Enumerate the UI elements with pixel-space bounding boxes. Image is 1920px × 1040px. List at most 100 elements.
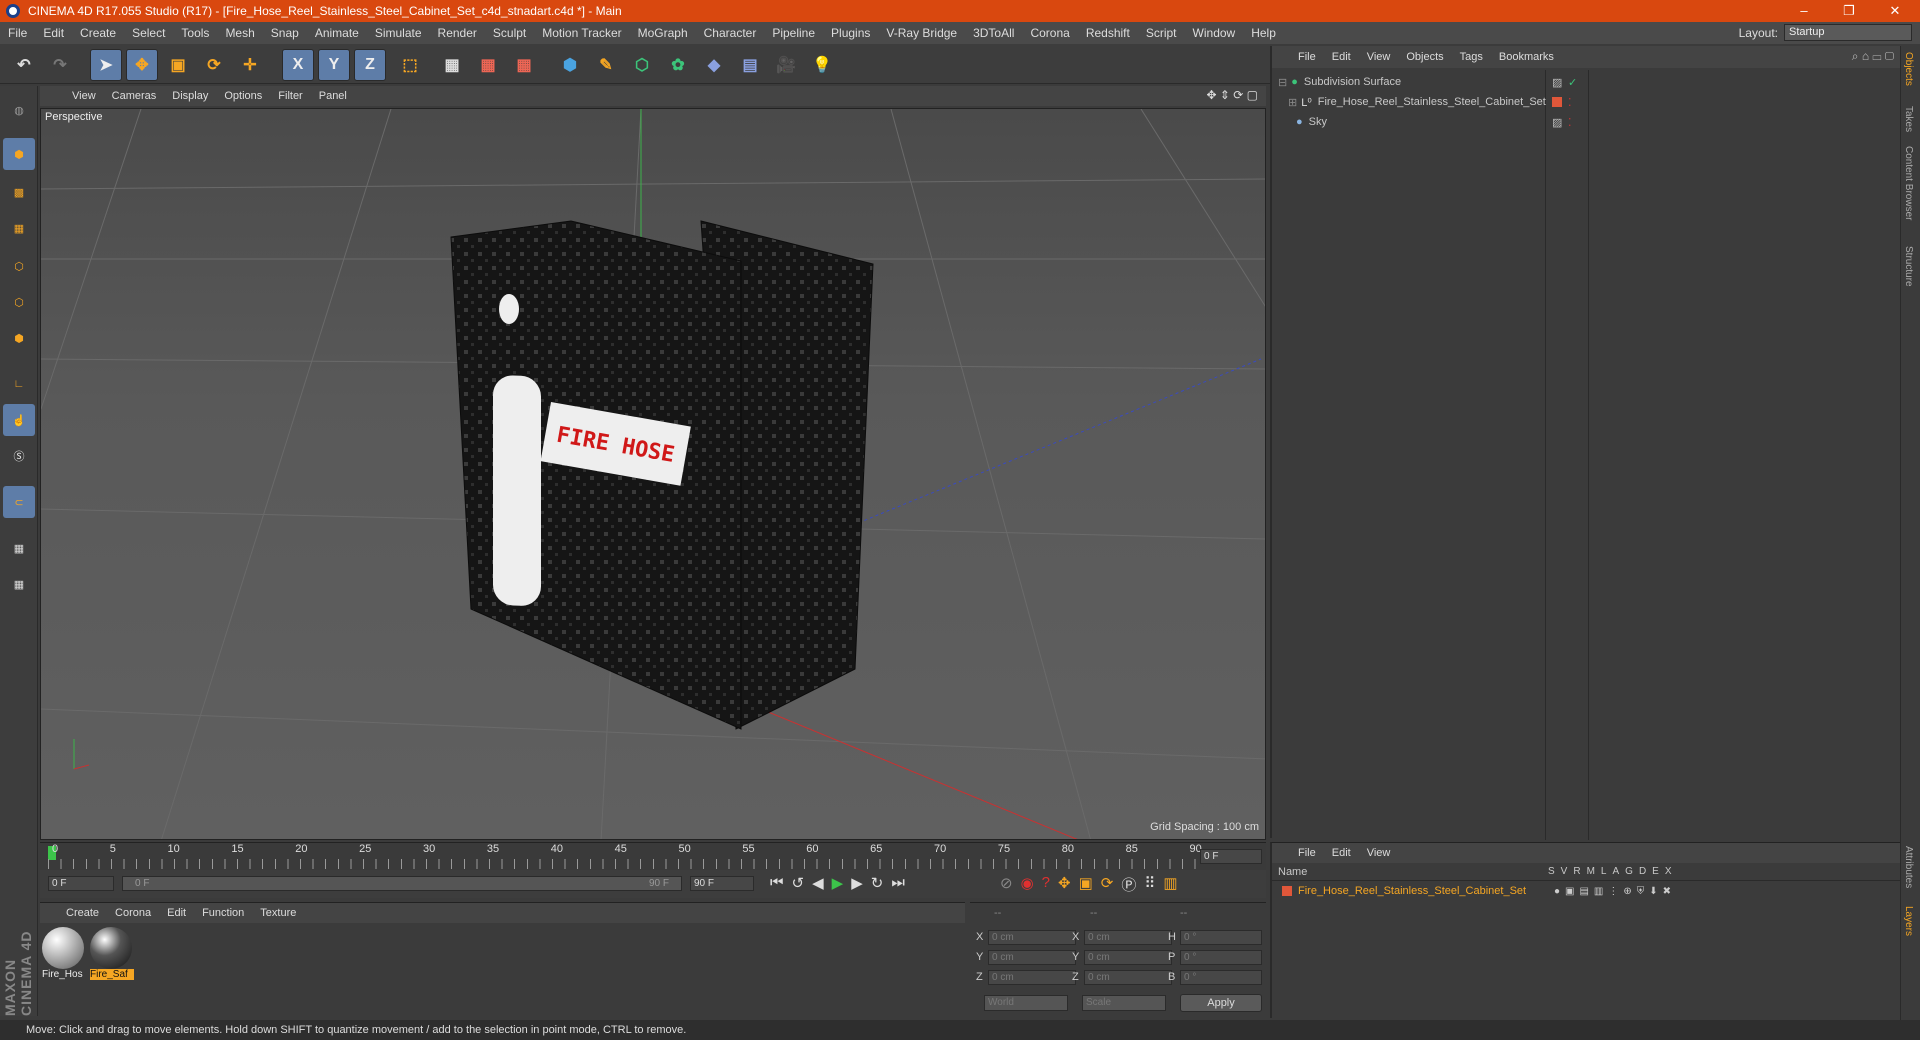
rotate-tool-icon[interactable]: ⟳ (198, 49, 230, 81)
points-mode-icon[interactable]: ⬡ (3, 250, 35, 282)
coordinate-system-icon[interactable]: ⬚ (394, 49, 426, 81)
deformer-icon[interactable]: ◆ (698, 49, 730, 81)
key-rotation-icon[interactable]: ⟳ (1101, 874, 1114, 895)
object-row[interactable]: ⊟ ● Subdivision Surface ▨ ✓ (1272, 72, 1902, 92)
menu-3dtoall[interactable]: 3DToAll (965, 26, 1022, 40)
object-row[interactable]: ● Sky ▨ ⁚ (1272, 112, 1902, 132)
move-tool-icon[interactable]: ✥ (126, 49, 158, 81)
undo-icon[interactable]: ↶ (8, 49, 40, 81)
position-y-field[interactable]: 0 cm (988, 950, 1076, 965)
autokey-icon[interactable]: ? (1042, 874, 1050, 895)
position-z-field[interactable]: 0 cm (988, 970, 1076, 985)
workplane-icon[interactable]: ▦ (3, 212, 35, 244)
next-key-icon[interactable]: ↻ (871, 874, 884, 892)
menu-create[interactable]: Create (72, 26, 124, 40)
start-frame-field[interactable]: 0 F (48, 876, 114, 891)
size-mode-dropdown[interactable]: Scale (1082, 995, 1166, 1011)
render-settings-icon[interactable]: ▦ (508, 49, 540, 81)
layer-menu-file[interactable]: File (1290, 847, 1324, 859)
menu-edit[interactable]: Edit (35, 26, 72, 40)
tab-layers[interactable]: Layers (1903, 906, 1914, 936)
transform-tool-icon[interactable]: ✛ (234, 49, 266, 81)
layer-color-swatch[interactable] (1552, 97, 1562, 107)
scale-tool-icon[interactable]: ▣ (162, 49, 194, 81)
motion-record-icon[interactable]: ⊘ (1000, 874, 1013, 895)
layer-menu-view[interactable]: View (1359, 847, 1399, 859)
menu-motion-tracker[interactable]: Motion Tracker (534, 26, 629, 40)
render-picture-viewer-icon[interactable]: ▦ (472, 49, 504, 81)
objects-menu-bookmarks[interactable]: Bookmarks (1491, 51, 1562, 63)
size-x-field[interactable]: 0 cm (1084, 930, 1172, 945)
visibility-icon[interactable]: ▨ (1552, 116, 1562, 129)
visibility-dots-icon[interactable]: ⁚ (1568, 116, 1572, 129)
rotation-h-field[interactable]: 0 ° (1180, 930, 1262, 945)
key-parameter-icon[interactable]: Ⓟ (1121, 874, 1136, 895)
subdivision-surface-icon[interactable]: ⬡ (626, 49, 658, 81)
axis-y-button[interactable]: Y (318, 49, 350, 81)
restore-button[interactable]: ❐ (1827, 0, 1871, 22)
viewport-menu-display[interactable]: Display (164, 90, 216, 102)
lock-workplane-icon[interactable]: ▦ (3, 532, 35, 564)
apply-button[interactable]: Apply (1180, 994, 1262, 1012)
key-position-icon[interactable]: ✥ (1058, 874, 1071, 895)
next-frame-icon[interactable]: ▶ (851, 874, 863, 892)
perspective-viewport[interactable]: FIRE HOSE Perspective Grid Spacing : 100… (40, 108, 1266, 840)
tab-attributes[interactable]: Attributes (1903, 846, 1914, 888)
material-menu-function[interactable]: Function (194, 907, 252, 919)
go-to-end-icon[interactable]: ⏭ (891, 874, 905, 892)
menu-pipeline[interactable]: Pipeline (764, 26, 823, 40)
objects-header-icons[interactable]: ⌕ ⌂ ▭ ▢ (1852, 49, 1894, 64)
light-icon[interactable]: 💡 (806, 49, 838, 81)
tab-content-browser[interactable]: Content Browser (1903, 146, 1914, 220)
cube-object-icon[interactable]: ⬢ (554, 49, 586, 81)
viewport-menu-options[interactable]: Options (216, 90, 270, 102)
size-z-field[interactable]: 0 cm (1084, 970, 1172, 985)
timeline-window-icon[interactable]: ▥ (1163, 874, 1177, 895)
viewport-menu-panel[interactable]: Panel (311, 90, 355, 102)
snap-icon[interactable]: Ⓢ (3, 440, 35, 472)
minimize-button[interactable]: – (1782, 0, 1826, 22)
record-keys-icon[interactable]: ◉ (1021, 874, 1034, 895)
camera-label[interactable]: Perspective (45, 111, 102, 123)
layer-menu-edit[interactable]: Edit (1324, 847, 1359, 859)
visibility-dots-icon[interactable]: ⁚ (1568, 96, 1572, 109)
close-button[interactable]: ✕ (1873, 0, 1917, 22)
render-view-icon[interactable]: ▦ (436, 49, 468, 81)
objects-menu-objects[interactable]: Objects (1398, 51, 1451, 63)
viewport-nav-icons[interactable]: ✥ ⇕ ⟳ ▢ (1206, 88, 1258, 102)
tab-structure[interactable]: Structure (1903, 246, 1914, 287)
range-slider[interactable]: 0 F 90 F (122, 876, 682, 891)
edges-mode-icon[interactable]: ⬡ (3, 286, 35, 318)
spline-pen-icon[interactable]: ✎ (590, 49, 622, 81)
tab-objects[interactable]: Objects (1903, 52, 1914, 86)
menu-script[interactable]: Script (1138, 26, 1185, 40)
material-menu-texture[interactable]: Texture (252, 907, 304, 919)
axis-mode-icon[interactable]: ∟ (3, 368, 35, 400)
objects-menu-view[interactable]: View (1359, 51, 1399, 63)
layout-dropdown[interactable]: Startup (1784, 24, 1912, 41)
menu-select[interactable]: Select (124, 26, 173, 40)
tweak-mode-icon[interactable]: ☝ (3, 404, 35, 436)
rotation-p-field[interactable]: 0 ° (1180, 950, 1262, 965)
material-swatch-selected[interactable]: Fire_Saf (90, 927, 134, 985)
model-mode-icon[interactable]: ◍ (3, 94, 35, 126)
menu-animate[interactable]: Animate (307, 26, 367, 40)
axis-x-button[interactable]: X (282, 49, 314, 81)
coord-system-dropdown[interactable]: World (984, 995, 1068, 1011)
enabled-check-icon[interactable]: ✓ (1568, 76, 1577, 89)
previous-frame-icon[interactable]: ◀ (812, 874, 824, 892)
magnet-icon[interactable]: ⊂ (3, 486, 35, 518)
cloner-icon[interactable]: ✿ (662, 49, 694, 81)
previous-key-icon[interactable]: ↺ (792, 874, 805, 892)
objects-menu-file[interactable]: File (1290, 51, 1324, 63)
menu-redshift[interactable]: Redshift (1078, 26, 1138, 40)
axis-z-button[interactable]: Z (354, 49, 386, 81)
viewport-menu-filter[interactable]: Filter (270, 90, 310, 102)
floor-icon[interactable]: ▤ (734, 49, 766, 81)
menu-render[interactable]: Render (430, 26, 485, 40)
rotation-b-field[interactable]: 0 ° (1180, 970, 1262, 985)
key-scale-icon[interactable]: ▣ (1079, 874, 1093, 895)
menu-mograph[interactable]: MoGraph (630, 26, 696, 40)
material-swatch[interactable]: Fire_Hos (42, 927, 86, 985)
play-icon[interactable]: ▶ (832, 874, 844, 892)
